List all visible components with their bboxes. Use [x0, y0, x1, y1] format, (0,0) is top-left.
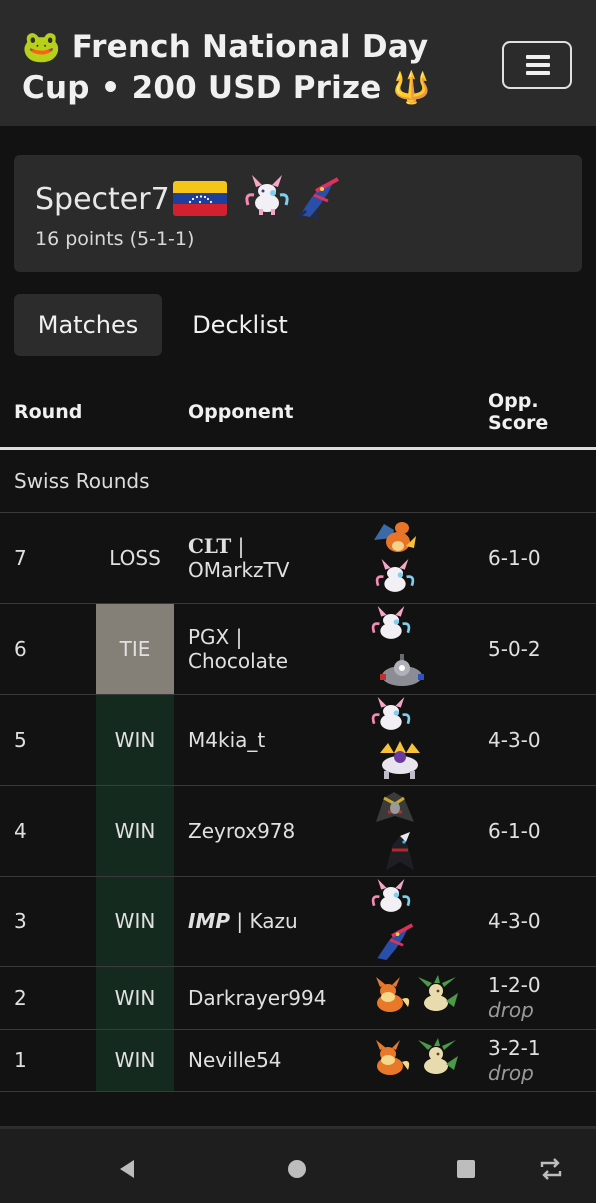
top-bar: 🐸 French National Day Cup • 200 USD Priz…: [0, 0, 596, 126]
sylveon-sprite-icon: [368, 879, 414, 923]
solgaleo-sprite-icon: [372, 739, 428, 785]
charizard-sprite-icon: [368, 516, 420, 562]
opp-score: 6-1-0: [488, 546, 541, 570]
opp-score: 6-1-0: [488, 819, 541, 843]
team-separator: |: [237, 534, 245, 558]
table-row[interactable]: 6 TIE PGX | Chocolate 5-0-2: [0, 604, 596, 695]
result-label: WIN: [114, 986, 156, 1010]
opp-score: 1-2-0: [488, 973, 541, 997]
round-number: 7: [14, 546, 27, 570]
table-row[interactable]: 5 WIN M4kia_t 4-3-0: [0, 695, 596, 786]
result-label: WIN: [114, 909, 156, 933]
opponent-cell[interactable]: IMP | Kazu: [188, 909, 298, 933]
round-number: 5: [14, 728, 27, 752]
result-label: TIE: [119, 637, 151, 661]
giratina-sprite-icon: [370, 788, 420, 834]
team-tag: PGX: [188, 625, 230, 649]
opponent-name: Chocolate: [188, 649, 289, 673]
opp-score-cell: 1-2-0 drop: [488, 973, 541, 1023]
opponent-name: Kazu: [249, 909, 298, 933]
team-tag: CLT: [188, 534, 232, 558]
opponent-name[interactable]: Neville54: [188, 1048, 282, 1072]
opponent-cell[interactable]: CLT | OMarkzTV: [188, 534, 289, 582]
table-row[interactable]: 1 WIN Neville54 3-2-1 drop: [0, 1030, 596, 1092]
sylveon-sprite-icon: [368, 606, 414, 650]
leafeon-sprite-icon: [414, 975, 460, 1021]
section-label: Swiss Rounds: [14, 469, 150, 493]
section-row: Swiss Rounds: [0, 450, 596, 513]
sylveon-sprite-icon: [372, 559, 418, 603]
greninja-sprite-icon: [370, 921, 416, 967]
menu-button[interactable]: [502, 41, 572, 89]
table-row[interactable]: 7 LOSS CLT | OMarkzTV 6-1-0: [0, 513, 596, 604]
opp-score: 3-2-1: [488, 1036, 541, 1060]
result-label: WIN: [114, 1048, 156, 1072]
opponent-name: OMarkzTV: [188, 558, 290, 582]
player-points: 16 points (5-1-1): [35, 228, 195, 250]
team-separator: |: [235, 625, 243, 649]
table-row[interactable]: 4 WIN Zeyrox978 6-1-0: [0, 786, 596, 877]
opponent-name[interactable]: Zeyrox978: [188, 819, 295, 843]
drop-label: drop: [488, 998, 534, 1022]
leafeon-sprite-icon: [414, 1038, 460, 1084]
home-icon[interactable]: [286, 1158, 308, 1184]
back-icon[interactable]: [116, 1158, 138, 1184]
header-round: Round: [14, 401, 83, 423]
round-number: 2: [14, 986, 27, 1010]
flareon-sprite-icon: [368, 977, 412, 1021]
round-number: 3: [14, 909, 27, 933]
recents-icon[interactable]: [455, 1158, 477, 1184]
tab-matches[interactable]: Matches: [14, 294, 162, 356]
round-number: 4: [14, 819, 27, 843]
result-label: LOSS: [109, 546, 161, 570]
opp-score: 5-0-2: [488, 637, 541, 661]
header-opp-score: Opp. Score: [488, 390, 549, 434]
darkrai-sprite-icon: [374, 830, 424, 876]
tab-decklist[interactable]: Decklist: [170, 294, 310, 356]
tournament-title: 🐸 French National Day Cup • 200 USD Priz…: [22, 29, 432, 106]
opp-score: 4-3-0: [488, 728, 541, 752]
player-name: Specter7: [35, 182, 170, 217]
round-number: 6: [14, 637, 27, 661]
team-tag: IMP: [188, 909, 231, 933]
venezuela-flag-icon: [173, 181, 227, 216]
sylveon-sprite-icon: [368, 697, 414, 741]
table-row[interactable]: 2 WIN Darkrayer994 1-2-0 drop: [0, 967, 596, 1030]
opponent-cell[interactable]: PGX | Chocolate: [188, 625, 288, 673]
flareon-sprite-icon: [368, 1040, 412, 1084]
rotate-icon[interactable]: [538, 1157, 564, 1185]
drop-label: drop: [488, 1061, 534, 1085]
opponent-name[interactable]: Darkrayer994: [188, 986, 326, 1010]
result-label: WIN: [114, 728, 156, 752]
team-separator: |: [236, 909, 244, 933]
opp-score-cell: 3-2-1 drop: [488, 1036, 541, 1086]
round-number: 1: [14, 1048, 27, 1072]
magnezone-sprite-icon: [376, 652, 428, 694]
table-row[interactable]: 3 WIN IMP | Kazu 4-3-0: [0, 877, 596, 967]
result-label: WIN: [114, 819, 156, 843]
greninja-sprite-icon: [292, 175, 342, 224]
header-opponent: Opponent: [188, 401, 294, 423]
opp-score: 4-3-0: [488, 909, 541, 933]
sylveon-sprite-icon: [242, 175, 292, 224]
opponent-name[interactable]: M4kia_t: [188, 728, 265, 752]
player-card: Specter7 16 points (5-1-1): [14, 155, 582, 272]
system-nav-bar: [0, 1126, 596, 1203]
